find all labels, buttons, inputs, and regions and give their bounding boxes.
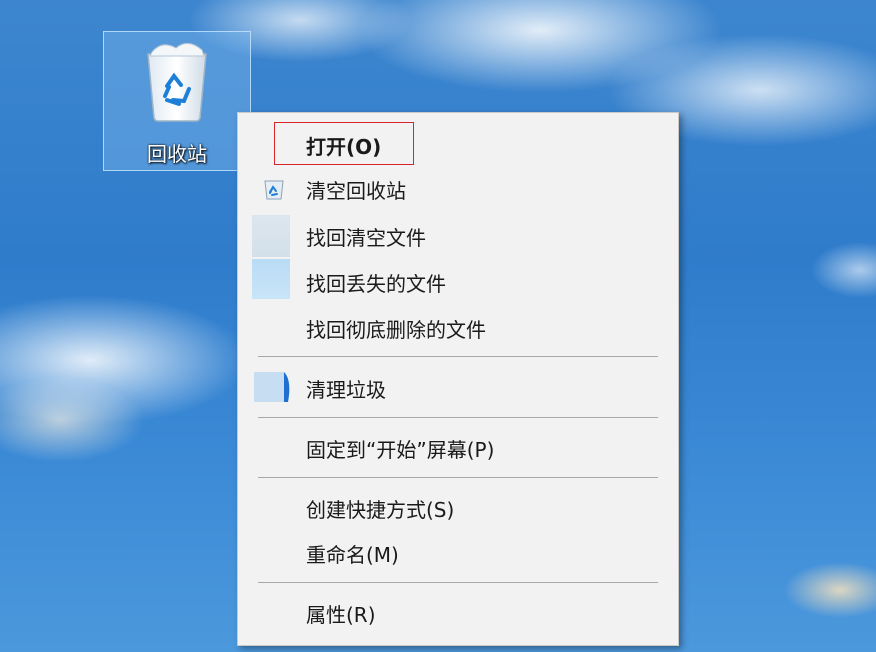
- cleanup-icon: [254, 372, 290, 402]
- menu-item-label: 找回丢失的文件: [306, 271, 446, 296]
- recover-app-icon: [252, 259, 290, 299]
- menu-item-label: 属性(R): [306, 602, 376, 627]
- menu-item-recover-lost-files[interactable]: 找回丢失的文件: [238, 259, 678, 302]
- recycle-bin-desktop-icon[interactable]: 回收站: [103, 31, 251, 171]
- menu-item-create-shortcut[interactable]: 创建快捷方式(S): [238, 488, 678, 528]
- menu-separator: [258, 477, 658, 478]
- menu-item-label: 创建快捷方式(S): [306, 497, 455, 522]
- menu-item-open[interactable]: 打开(O): [238, 122, 678, 165]
- recycle-bin-icon: [147, 43, 207, 122]
- menu-item-pin-to-start[interactable]: 固定到“开始”屏幕(P): [238, 428, 678, 468]
- recycle-bin-small-icon: [264, 180, 284, 200]
- menu-item-label: 清空回收站: [306, 178, 406, 203]
- menu-item-label: 找回清空文件: [306, 225, 426, 250]
- menu-item-properties[interactable]: 属性(R): [238, 593, 678, 633]
- menu-item-label: 固定到“开始”屏幕(P): [306, 437, 495, 462]
- recycle-bin-label: 回收站: [147, 142, 207, 166]
- menu-item-rename[interactable]: 重命名(M): [238, 533, 678, 573]
- menu-item-label: 清理垃圾: [306, 377, 386, 402]
- menu-item-label: 找回彻底删除的文件: [306, 317, 486, 342]
- menu-separator: [258, 356, 658, 357]
- menu-item-label: 打开(O): [306, 134, 382, 159]
- menu-item-empty-recycle-bin[interactable]: 清空回收站: [238, 169, 678, 209]
- menu-item-cleanup[interactable]: 清理垃圾: [238, 368, 678, 408]
- menu-item-label: 重命名(M): [306, 542, 399, 567]
- menu-separator: [258, 417, 658, 418]
- menu-item-recover-permanently-deleted[interactable]: 找回彻底删除的文件: [238, 308, 678, 348]
- context-menu: 打开(O) 清空回收站 找回清空文件 找回丢失的文件 找回彻底删除的文件 清理垃…: [237, 112, 679, 646]
- menu-item-recover-emptied-files[interactable]: 找回清空文件: [238, 215, 678, 257]
- menu-separator: [258, 582, 658, 583]
- recover-app-icon: [252, 215, 290, 257]
